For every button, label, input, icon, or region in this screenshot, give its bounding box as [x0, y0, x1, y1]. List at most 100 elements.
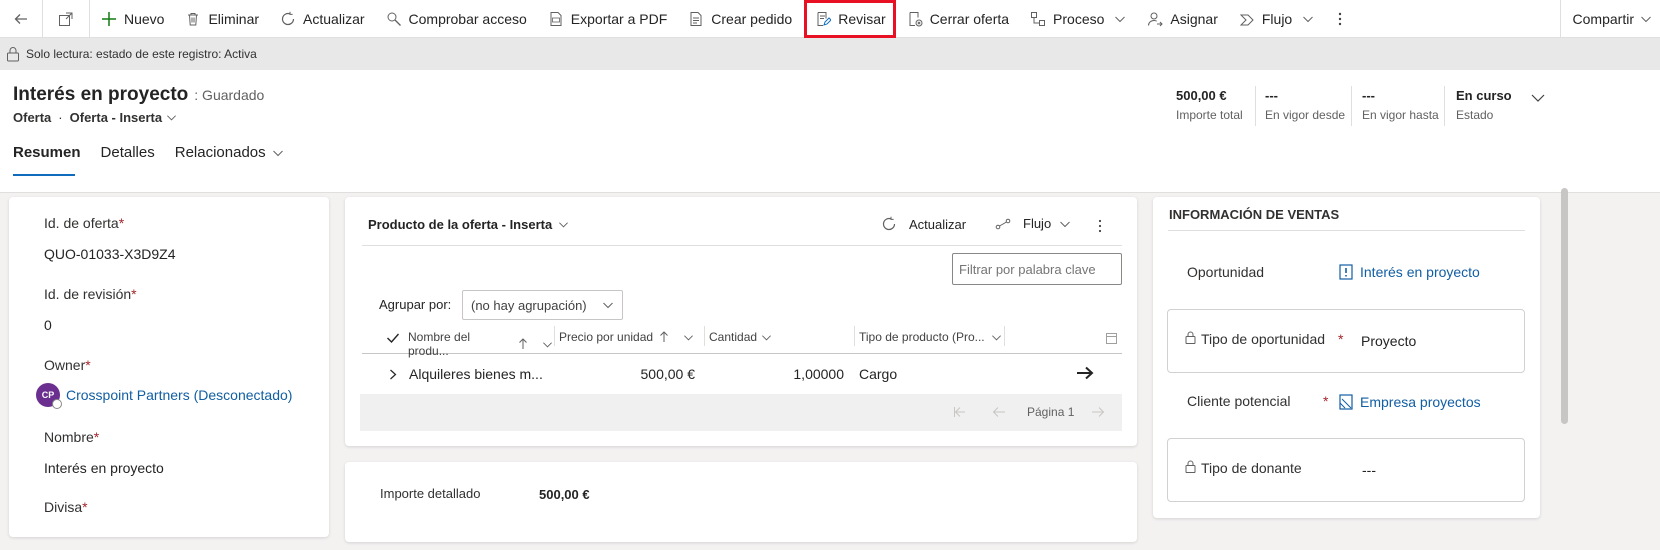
- delete-button[interactable]: Eliminar: [174, 0, 269, 38]
- revise-button[interactable]: Revisar: [804, 0, 896, 38]
- open-record-arrow-icon[interactable]: [1076, 366, 1094, 380]
- check-access-button[interactable]: Comprobar acceso: [375, 0, 537, 38]
- flow-icon: [1238, 10, 1256, 28]
- close-quote-button[interactable]: Cerrar oferta: [896, 0, 1019, 38]
- required-asterisk: *: [82, 499, 88, 515]
- person-assign-icon: [1146, 10, 1164, 28]
- subgrid-refresh-button[interactable]: Actualizar: [881, 216, 966, 232]
- flow-label: Flujo: [1261, 10, 1293, 27]
- save-status: : Guardado: [194, 87, 265, 103]
- required-asterisk: *: [118, 215, 125, 231]
- group-by-select[interactable]: (no hay agrupación): [462, 290, 623, 320]
- column-label: Nombre del produ...: [408, 330, 471, 358]
- column-header-unit-price[interactable]: Precio por unidad: [559, 330, 699, 344]
- assign-label: Asignar: [1170, 10, 1218, 27]
- quote-id-value: QUO-01033-X3D9Z4: [44, 246, 176, 262]
- grid-footer: Página 1: [360, 394, 1122, 431]
- close-document-icon: [906, 10, 924, 28]
- filter-keyword-input[interactable]: [952, 253, 1122, 285]
- share-button[interactable]: Compartir: [1561, 0, 1660, 38]
- header-field-total: 500,00 € Importe total: [1176, 88, 1264, 122]
- refresh-icon: [881, 216, 897, 232]
- new-label: Nuevo: [124, 10, 165, 27]
- avatar: CP: [36, 383, 62, 409]
- opportunity-lookup[interactable]: Interés en proyecto: [1339, 264, 1480, 280]
- customer-label: Cliente potencial: [1187, 393, 1291, 409]
- more-vertical-icon: [1098, 219, 1102, 233]
- chevron-down-icon: [558, 219, 569, 230]
- delete-label: Eliminar: [208, 10, 260, 27]
- chevron-down-icon: [761, 332, 772, 343]
- column-header-product-type[interactable]: Tipo de producto (Pro...: [859, 330, 1004, 344]
- tab-list: Resumen Detalles Relacionados: [13, 144, 284, 178]
- subgrid-more-button[interactable]: [1098, 219, 1102, 233]
- create-order-button[interactable]: Crear pedido: [677, 0, 802, 38]
- back-button[interactable]: [0, 0, 42, 38]
- avatar-initials: CP: [41, 390, 55, 400]
- header-field-label: Estado: [1456, 108, 1494, 122]
- scrollbar[interactable]: [1561, 188, 1568, 424]
- select-all-checkbox[interactable]: [386, 332, 400, 344]
- chevron-down-icon: [683, 332, 694, 343]
- expand-header-button[interactable]: [1530, 90, 1546, 106]
- donor-type-field: Tipo de donante ---: [1167, 438, 1525, 502]
- customer-link[interactable]: Empresa proyectos: [1360, 394, 1481, 410]
- opportunity-type-field: Tipo de oportunidad * Proyecto: [1167, 309, 1525, 373]
- header-field-label: Importe total: [1176, 108, 1243, 122]
- export-pdf-button[interactable]: Exportar a PDF: [537, 0, 677, 38]
- required-asterisk: *: [85, 357, 91, 373]
- assign-button[interactable]: Asignar: [1136, 0, 1227, 38]
- form-selector[interactable]: Oferta - Inserta: [70, 110, 177, 125]
- process-menu-button[interactable]: Proceso: [1019, 0, 1136, 38]
- chevron-right-icon[interactable]: [389, 369, 397, 380]
- new-button[interactable]: Nuevo: [90, 0, 174, 38]
- column-chooser-icon[interactable]: [1106, 333, 1117, 344]
- next-page-icon[interactable]: [1091, 406, 1105, 418]
- refresh-button[interactable]: Actualizar: [269, 0, 374, 38]
- table-row[interactable]: Alquileres bienes m... 500,00 € 1,00000 …: [362, 355, 1122, 393]
- check-access-label: Comprobar acceso: [408, 10, 527, 27]
- chevron-down-icon: [1114, 13, 1126, 25]
- more-commands-button[interactable]: [1324, 0, 1356, 38]
- customer-lookup[interactable]: Empresa proyectos: [1339, 394, 1481, 410]
- open-new-window-button[interactable]: [43, 0, 89, 38]
- chevron-down-icon: [1059, 218, 1071, 230]
- tab-details[interactable]: Detalles: [101, 144, 175, 178]
- tab-related[interactable]: Relacionados: [175, 144, 284, 178]
- opportunity-link[interactable]: Interés en proyecto: [1360, 264, 1480, 280]
- subgrid-flow-button[interactable]: Flujo: [995, 216, 1071, 231]
- cell-product-name: Alquileres bienes m...: [409, 366, 543, 382]
- tab-summary[interactable]: Resumen: [13, 144, 101, 178]
- divider: [854, 326, 855, 346]
- readonly-notice: Solo lectura: estado de este registro: A…: [26, 47, 257, 61]
- first-page-icon[interactable]: [953, 406, 967, 418]
- entity-name: Oferta: [13, 110, 52, 125]
- chevron-down-icon: [991, 332, 1002, 343]
- column-label: Tipo de producto (Pro...: [859, 330, 985, 344]
- revise-document-icon: [814, 10, 832, 28]
- previous-page-icon[interactable]: [992, 406, 1006, 418]
- owner-link[interactable]: Crosspoint Partners (Desconectado): [66, 387, 292, 403]
- owner-lookup[interactable]: CP Crosspoint Partners (Desconectado): [36, 383, 292, 409]
- field-label: Id. de revisión: [44, 286, 132, 302]
- required-asterisk: *: [1338, 331, 1344, 347]
- column-header-product-name[interactable]: Nombre del produ...: [408, 330, 553, 358]
- view-selector[interactable]: Producto de la oferta - Inserta: [368, 217, 569, 232]
- group-by-value: (no hay agrupación): [471, 297, 587, 313]
- tab-label: Resumen: [13, 144, 81, 161]
- order-document-icon: [687, 10, 705, 28]
- flow-menu-button[interactable]: Flujo: [1228, 0, 1324, 38]
- divider: [704, 326, 705, 346]
- amount-summary-section: Importe detallado 500,00 €: [345, 462, 1137, 542]
- readonly-notification-bar: Solo lectura: estado de este registro: A…: [0, 38, 1660, 70]
- detailed-amount-value: 500,00 €: [539, 487, 590, 502]
- detailed-amount-label: Importe detallado: [380, 486, 481, 501]
- divider: [1351, 86, 1352, 126]
- header-field-effective-to: --- En vigor hasta: [1362, 88, 1442, 122]
- column-header-quantity[interactable]: Cantidad: [709, 330, 849, 344]
- tab-label: Relacionados: [174, 144, 266, 161]
- divider: [554, 326, 555, 346]
- header-field-value: 500,00 €: [1176, 88, 1227, 103]
- column-label: Cantidad: [709, 330, 758, 344]
- cell-unit-price: 500,00 €: [640, 366, 696, 382]
